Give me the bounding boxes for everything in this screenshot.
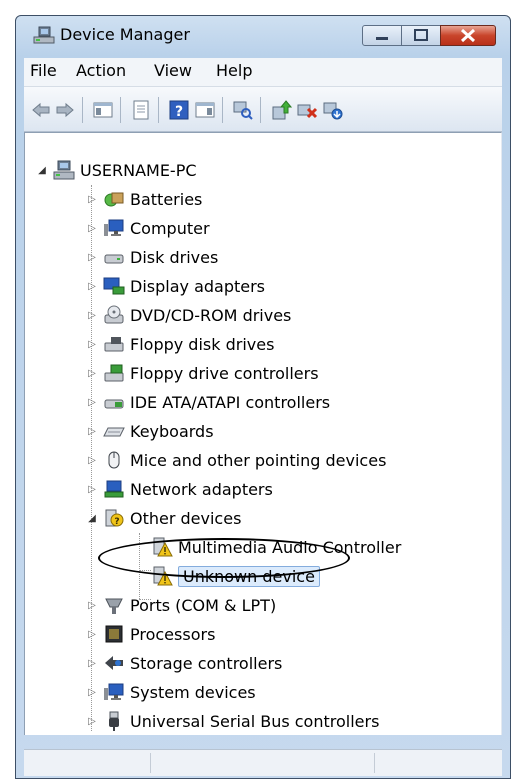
mouse-icon	[108, 451, 120, 469]
device-manager-app-icon	[33, 26, 55, 44]
ide-controller-icon	[104, 399, 124, 409]
tree-item-display-adapters[interactable]: ▷ Display adapters	[87, 274, 265, 298]
processor-icon	[105, 625, 123, 643]
collapse-arrow-icon[interactable]: ◢	[37, 165, 47, 176]
root-label: USERNAME-PC	[80, 160, 197, 180]
tree-item-ports[interactable]: ▷ Ports (COM & LPT)	[87, 593, 276, 617]
tree-item-floppy-drive-controllers[interactable]: ▷ Floppy drive controllers	[87, 361, 318, 385]
expand-arrow-icon[interactable]: ▷	[87, 716, 97, 727]
battery-icon	[104, 192, 124, 207]
expand-arrow-icon[interactable]: ▷	[87, 687, 97, 698]
expand-arrow-icon[interactable]: ▷	[87, 426, 97, 437]
tree-item-computer[interactable]: ▷ Computer	[87, 216, 209, 240]
expand-arrow-icon[interactable]: ▷	[87, 339, 97, 350]
expand-arrow-icon[interactable]: ▷	[87, 223, 97, 234]
update-driver-icon[interactable]	[270, 99, 292, 121]
window-title: Device Manager	[60, 25, 190, 44]
collapse-arrow-icon[interactable]: ◢	[87, 513, 97, 524]
title-bar[interactable]: Device Manager	[16, 16, 510, 52]
forward-icon[interactable]	[54, 99, 76, 121]
maximize-icon	[414, 29, 428, 41]
floppy-drive-icon	[104, 337, 124, 352]
usb-icon	[109, 711, 119, 731]
toolbar-separator	[222, 97, 223, 123]
expand-arrow-icon[interactable]: ▷	[87, 397, 97, 408]
expand-arrow-icon[interactable]: ▷	[87, 281, 97, 292]
expand-arrow-icon[interactable]: ▷	[87, 194, 97, 205]
device-tree: ◢ USERNAME-PC ▷ Batteries ▷ Computer ▷ D…	[24, 132, 502, 735]
port-icon	[105, 598, 123, 614]
toolbar-separator	[158, 97, 159, 123]
status-divider	[374, 753, 375, 773]
close-button[interactable]	[440, 25, 496, 46]
tree-root-node[interactable]: ◢ USERNAME-PC	[37, 158, 197, 182]
help-icon[interactable]: ?	[168, 99, 190, 121]
maximize-button[interactable]	[401, 25, 441, 46]
menu-view[interactable]: View	[154, 61, 192, 80]
expand-arrow-icon[interactable]: ▷	[87, 629, 97, 640]
toolbar: ?	[24, 87, 502, 132]
floppy-controller-icon	[104, 364, 124, 382]
menu-bar: File Action View Help	[24, 58, 502, 87]
menu-file[interactable]: File	[30, 61, 57, 80]
expand-arrow-icon[interactable]: ▷	[87, 252, 97, 263]
tree-item-floppy-disk-drives[interactable]: ▷ Floppy disk drives	[87, 332, 274, 356]
expand-arrow-icon[interactable]: ▷	[87, 310, 97, 321]
expand-arrow-icon[interactable]: ▷	[87, 658, 97, 669]
back-icon[interactable]	[30, 99, 52, 121]
tree-item-mice-and-other-pointing-devices[interactable]: ▷ Mice and other pointing devices	[87, 448, 386, 472]
tree-item-storage-controllers[interactable]: ▷ Storage controllers	[87, 651, 282, 675]
enable-icon[interactable]	[322, 99, 344, 121]
expand-arrow-icon[interactable]: ▷	[87, 455, 97, 466]
display-adapter-icon	[103, 277, 125, 295]
system-device-icon	[104, 683, 124, 700]
status-divider	[150, 753, 151, 773]
computer-icon	[53, 160, 75, 180]
menu-help[interactable]: Help	[216, 61, 252, 80]
toolbar-separator	[120, 97, 121, 123]
uninstall-icon[interactable]	[296, 99, 318, 121]
monitor-icon	[104, 219, 124, 236]
keyboard-icon	[103, 427, 125, 437]
tree-item-disk-drives[interactable]: ▷ Disk drives	[87, 245, 218, 269]
tree-item-batteries[interactable]: ▷ Batteries	[87, 187, 202, 211]
expand-arrow-icon[interactable]: ▷	[87, 368, 97, 379]
tree-item-processors[interactable]: ▷ Processors	[87, 622, 215, 646]
show-hide-console-tree-icon[interactable]	[92, 99, 114, 121]
tree-item-dvd-cd-rom-drives[interactable]: ▷ DVD/CD-ROM drives	[87, 303, 291, 327]
expand-arrow-icon[interactable]: ▷	[87, 484, 97, 495]
expand-arrow-icon[interactable]: ▷	[87, 600, 97, 611]
toolbar-separator	[260, 97, 261, 123]
network-adapter-icon	[104, 480, 124, 498]
tree-item-keyboards[interactable]: ▷ Keyboards	[87, 419, 213, 443]
tree-item-universal-serial-bus-controllers[interactable]: ▷ Universal Serial Bus controllers	[87, 709, 379, 733]
status-bar	[24, 749, 502, 776]
minimize-icon	[376, 37, 388, 40]
menu-action[interactable]: Action	[76, 61, 126, 80]
minimize-button[interactable]	[362, 25, 402, 46]
device-manager-window: Device Manager File Action View Help ? ◢…	[15, 15, 511, 779]
tree-item-network-adapters[interactable]: ▷ Network adapters	[87, 477, 273, 501]
scan-hardware-icon[interactable]	[232, 99, 254, 121]
unknown-device-icon: ?	[105, 509, 124, 527]
disk-drive-icon	[104, 254, 124, 264]
properties-icon[interactable]	[130, 99, 152, 121]
dvd-drive-icon	[104, 305, 124, 324]
storage-controller-icon	[105, 656, 123, 670]
action-pane-icon[interactable]	[194, 99, 216, 121]
tree-item-other-devices[interactable]: ◢ ? Other devices	[87, 506, 241, 530]
tree-item-ide-ata-atapi-controllers[interactable]: ▷ IDE ATA/ATAPI controllers	[87, 390, 330, 414]
tree-item-system-devices[interactable]: ▷ System devices	[87, 680, 256, 704]
svg-text:?: ?	[175, 104, 183, 120]
close-icon	[460, 28, 476, 43]
toolbar-separator	[82, 97, 83, 123]
svg-text:?: ?	[114, 517, 119, 527]
highlight-ellipse	[98, 538, 350, 578]
